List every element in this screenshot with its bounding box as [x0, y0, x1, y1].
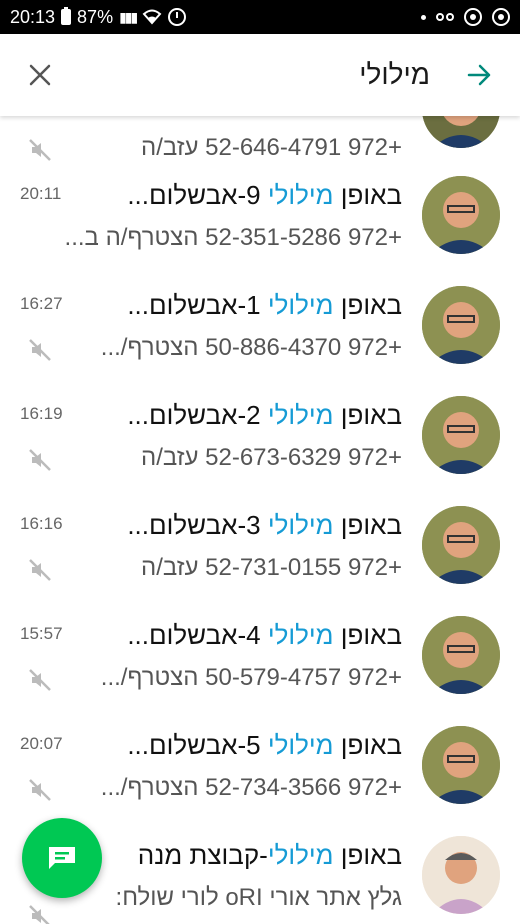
new-chat-icon [49, 847, 75, 869]
close-icon [29, 64, 51, 86]
subtitle: +972 50-579-4757 הצטרף/... [100, 664, 402, 691]
back-button[interactable] [460, 55, 500, 95]
timestamp: 16:16 [20, 514, 63, 533]
mute-icon [29, 779, 51, 801]
subtitle: +972 52-646-4791 עזב/ה [140, 134, 402, 161]
subtitle: +972 50-886-4370 הצטרף/... [100, 334, 402, 361]
mute-icon [29, 339, 51, 361]
mute-icon [29, 449, 51, 471]
status-time: 20:13 [10, 6, 56, 27]
search-header: מילולי [0, 34, 520, 116]
chat-title: באופן מילולי 9-אבשלום... [127, 180, 402, 210]
avatar [422, 396, 500, 474]
list-item[interactable]: באופן מילולי 4-אבשלום... 15:57 +972 50-5… [0, 610, 520, 720]
sync-icon [492, 8, 510, 26]
subtitle: +972 52-351-5286 הצטרף/ה ב... [64, 224, 402, 251]
timestamp: 20:11 [20, 184, 62, 203]
close-button[interactable] [20, 55, 60, 95]
mute-icon [29, 669, 51, 691]
chat-title: באופן מילולי 1-אבשלום... [127, 290, 402, 320]
timestamp: 15:57 [20, 624, 63, 643]
avatar [422, 726, 500, 804]
chat-title: באופן מילולי 2-אבשלום... [127, 400, 402, 430]
subtitle: +972 52-673-6329 עזב/ה [140, 444, 402, 471]
chat-title: באופן מילולי 3-אבשלום... [127, 510, 402, 540]
chat-title: באופן מילולי 5-אבשלום... [127, 730, 402, 760]
list-item[interactable]: באופן מילולי 3-אבשלום... 16:16 +972 52-7… [0, 500, 520, 610]
new-chat-button[interactable] [22, 818, 102, 898]
list-item[interactable]: באופן מילולי 1-אבשלום... 16:27 +972 50-8… [0, 280, 520, 390]
wifi-icon [142, 9, 162, 25]
timestamp: 20:07 [20, 734, 63, 753]
subtitle: גלץ אתר אורי oRI לורי שולח: [115, 884, 402, 911]
subtitle: +972 52-731-0155 עזב/ה [140, 554, 402, 581]
chat-title: באופן מילולי-קבוצת מנה [137, 840, 402, 870]
voicemail-icon [436, 13, 454, 21]
avatar [422, 286, 500, 364]
chat-title: באופן מילולי 4-אבשלום... [127, 620, 402, 650]
search-results-list: +972 52-646-4791 עזב/ה באופן מילולי 9-אב… [0, 110, 520, 924]
subtitle: +972 52-734-3566 הצטרף/... [100, 774, 402, 801]
alarm-icon [168, 8, 187, 26]
avatar [422, 176, 500, 254]
search-query[interactable]: מילולי [359, 59, 430, 91]
avatar [422, 616, 500, 694]
ring-icon [464, 8, 482, 26]
list-item[interactable]: באופן מילולי 5-אבשלום... 20:07 +972 52-7… [0, 720, 520, 830]
mute-icon [29, 139, 51, 161]
avatar [422, 506, 500, 584]
status-bar: 20:13 87% ▮▮▮ [0, 0, 520, 34]
avatar [422, 836, 500, 914]
mute-icon [29, 559, 51, 581]
arrow-icon [467, 64, 491, 86]
battery-percent: 87% [77, 6, 114, 27]
list-item[interactable]: באופן מילולי 2-אבשלום... 16:19 +972 52-6… [0, 390, 520, 500]
battery-icon [61, 7, 72, 25]
timestamp: 16:19 [20, 404, 63, 423]
signal-icon: ▮▮▮ [119, 8, 138, 25]
timestamp: 16:27 [20, 294, 63, 313]
mute-icon [29, 905, 50, 924]
dot-icon [421, 14, 426, 20]
list-item[interactable]: באופן מילולי 9-אבשלום... 20:11 +972 52-3… [0, 170, 520, 280]
